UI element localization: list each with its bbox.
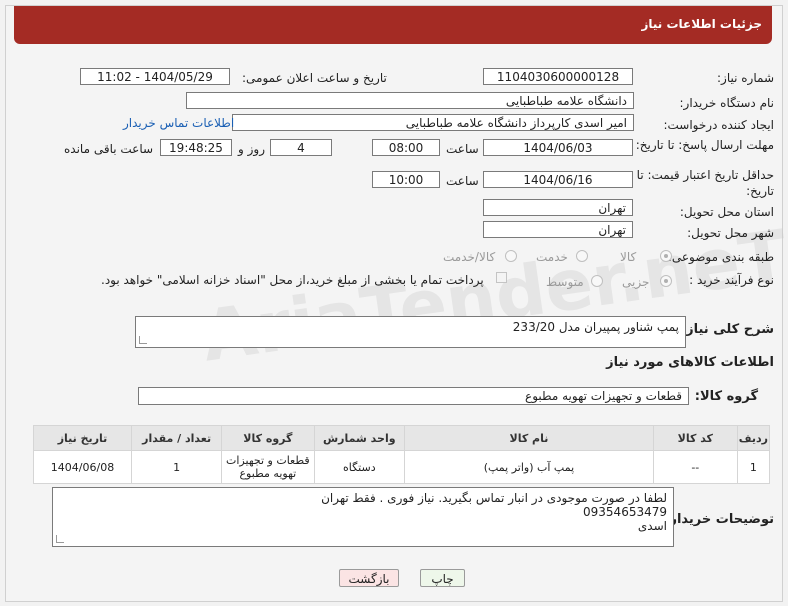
process-radio-minor[interactable] <box>660 275 672 287</box>
province-label: استان محل تحویل: <box>679 205 774 219</box>
buyer-notes-line: لطفا در صورت موجودی در انبار تماس بگیرید… <box>321 491 667 505</box>
category-option-both: کالا/خدمت <box>443 250 496 264</box>
process-radio-medium[interactable] <box>591 275 603 287</box>
validity-time-label: ساعت <box>446 174 479 188</box>
city-field: تهران <box>483 221 633 238</box>
announce-field: 1404/05/29 - 11:02 <box>80 68 230 85</box>
header-name: نام کالا <box>404 425 654 451</box>
description-field: پمپ شناور پمپیران مدل 233/20 <box>135 316 686 348</box>
header-row-number: ردیف <box>736 425 771 451</box>
process-option-minor: جزیی <box>622 275 650 289</box>
deadline-time-label: ساعت <box>446 142 479 156</box>
buyer-notes-line: اسدی <box>637 519 667 533</box>
goods-section-title: اطلاعات کالاهای مورد نیاز <box>606 355 774 370</box>
table-header-row: ردیف کد کالا نام کالا واحد شمارش گروه کا… <box>32 425 771 451</box>
need-number-label: شماره نیاز: <box>717 71 774 85</box>
creator-label: ایجاد کننده درخواست: <box>663 118 774 132</box>
treasury-checkbox[interactable] <box>496 272 507 283</box>
days-label: روز و <box>238 142 265 156</box>
city-label: شهر محل تحویل: <box>687 226 774 240</box>
process-option-medium: متوسط <box>546 275 584 289</box>
page-title: جزئیات اطلاعات نیاز <box>641 17 762 31</box>
deadline-label: مهلت ارسال پاسخ: تا تاریخ: <box>635 138 774 152</box>
buyer-label: نام دستگاه خریدار: <box>679 96 775 110</box>
goods-group-field: قطعات و تجهیزات تهویه مطبوع <box>138 387 689 405</box>
table-row: 1 -- پمپ آب (واتر پمپ) دستگاه قطعات و تج… <box>32 450 771 484</box>
resize-grip-icon[interactable] <box>139 336 147 344</box>
payment-note: پرداخت تمام یا بخشی از مبلغ خرید،از محل … <box>101 273 484 287</box>
cell-name: پمپ آب (واتر پمپ) <box>404 450 654 484</box>
remaining-label: ساعت باقی مانده <box>64 142 154 156</box>
validity-date-field: 1404/06/16 <box>483 171 633 188</box>
buyer-field: دانشگاه علامه طباطبایی <box>186 92 634 109</box>
header-group: گروه کالا <box>221 425 315 451</box>
header-code: کد کالا <box>652 425 738 451</box>
cell-code: -- <box>652 450 738 484</box>
deadline-time-field: 08:00 <box>372 139 440 156</box>
category-option-goods: کالا <box>620 250 637 264</box>
cell-need-date: 1404/06/08 <box>32 450 133 484</box>
cell-quantity: 1 <box>131 450 223 484</box>
cell-group: قطعات و تجهیزات تهویه مطبوع <box>221 450 315 484</box>
category-label: طبقه بندی موضوعی: <box>667 250 774 264</box>
buyer-notes-field: لطفا در صورت موجودی در انبار تماس بگیرید… <box>52 487 674 547</box>
goods-group-label: گروه کالا: <box>694 389 758 404</box>
deadline-date-field: 1404/06/03 <box>483 139 633 156</box>
creator-field: امیر اسدی کارپرداز دانشگاه علامه طباطبای… <box>232 114 634 131</box>
remaining-time-field: 19:48:25 <box>160 139 232 156</box>
process-label: نوع فرآیند خرید : <box>689 273 774 287</box>
header-quantity: تعداد / مقدار <box>131 425 223 451</box>
back-button[interactable]: بازگشت <box>339 569 399 587</box>
resize-grip-icon[interactable] <box>56 535 64 543</box>
validity-time-field: 10:00 <box>372 171 440 188</box>
contact-info-link[interactable]: اطلاعات تماس خریدار <box>123 116 234 130</box>
days-field: 4 <box>270 139 332 156</box>
category-option-service: خدمت <box>536 250 568 264</box>
cell-unit: دستگاه <box>313 450 406 484</box>
print-button[interactable]: چاپ <box>420 569 465 587</box>
province-field: تهران <box>483 199 633 216</box>
category-radio-goods[interactable] <box>660 250 672 262</box>
description-label: شرح کلی نیاز: <box>680 322 774 337</box>
cell-row-number: 1 <box>736 450 771 484</box>
category-radio-both[interactable] <box>505 250 517 262</box>
header-unit: واحد شمارش <box>313 425 406 451</box>
need-number-field: 1104030600000128 <box>483 68 633 85</box>
description-text: پمپ شناور پمپیران مدل 233/20 <box>512 320 679 334</box>
buyer-notes-line: 09354653479 <box>583 505 667 519</box>
header-need-date: تاریخ نیاز <box>32 425 133 451</box>
goods-table: ردیف کد کالا نام کالا واحد شمارش گروه کا… <box>32 425 771 484</box>
page-header: جزئیات اطلاعات نیاز <box>14 6 772 44</box>
buyer-notes-label: توضیحات خریدار: <box>664 512 774 527</box>
validity-label: حداقل تاریخ اعتبار قیمت: تا تاریخ: <box>636 168 774 198</box>
category-radio-service[interactable] <box>576 250 588 262</box>
announce-label: تاریخ و ساعت اعلان عمومی: <box>242 71 387 85</box>
